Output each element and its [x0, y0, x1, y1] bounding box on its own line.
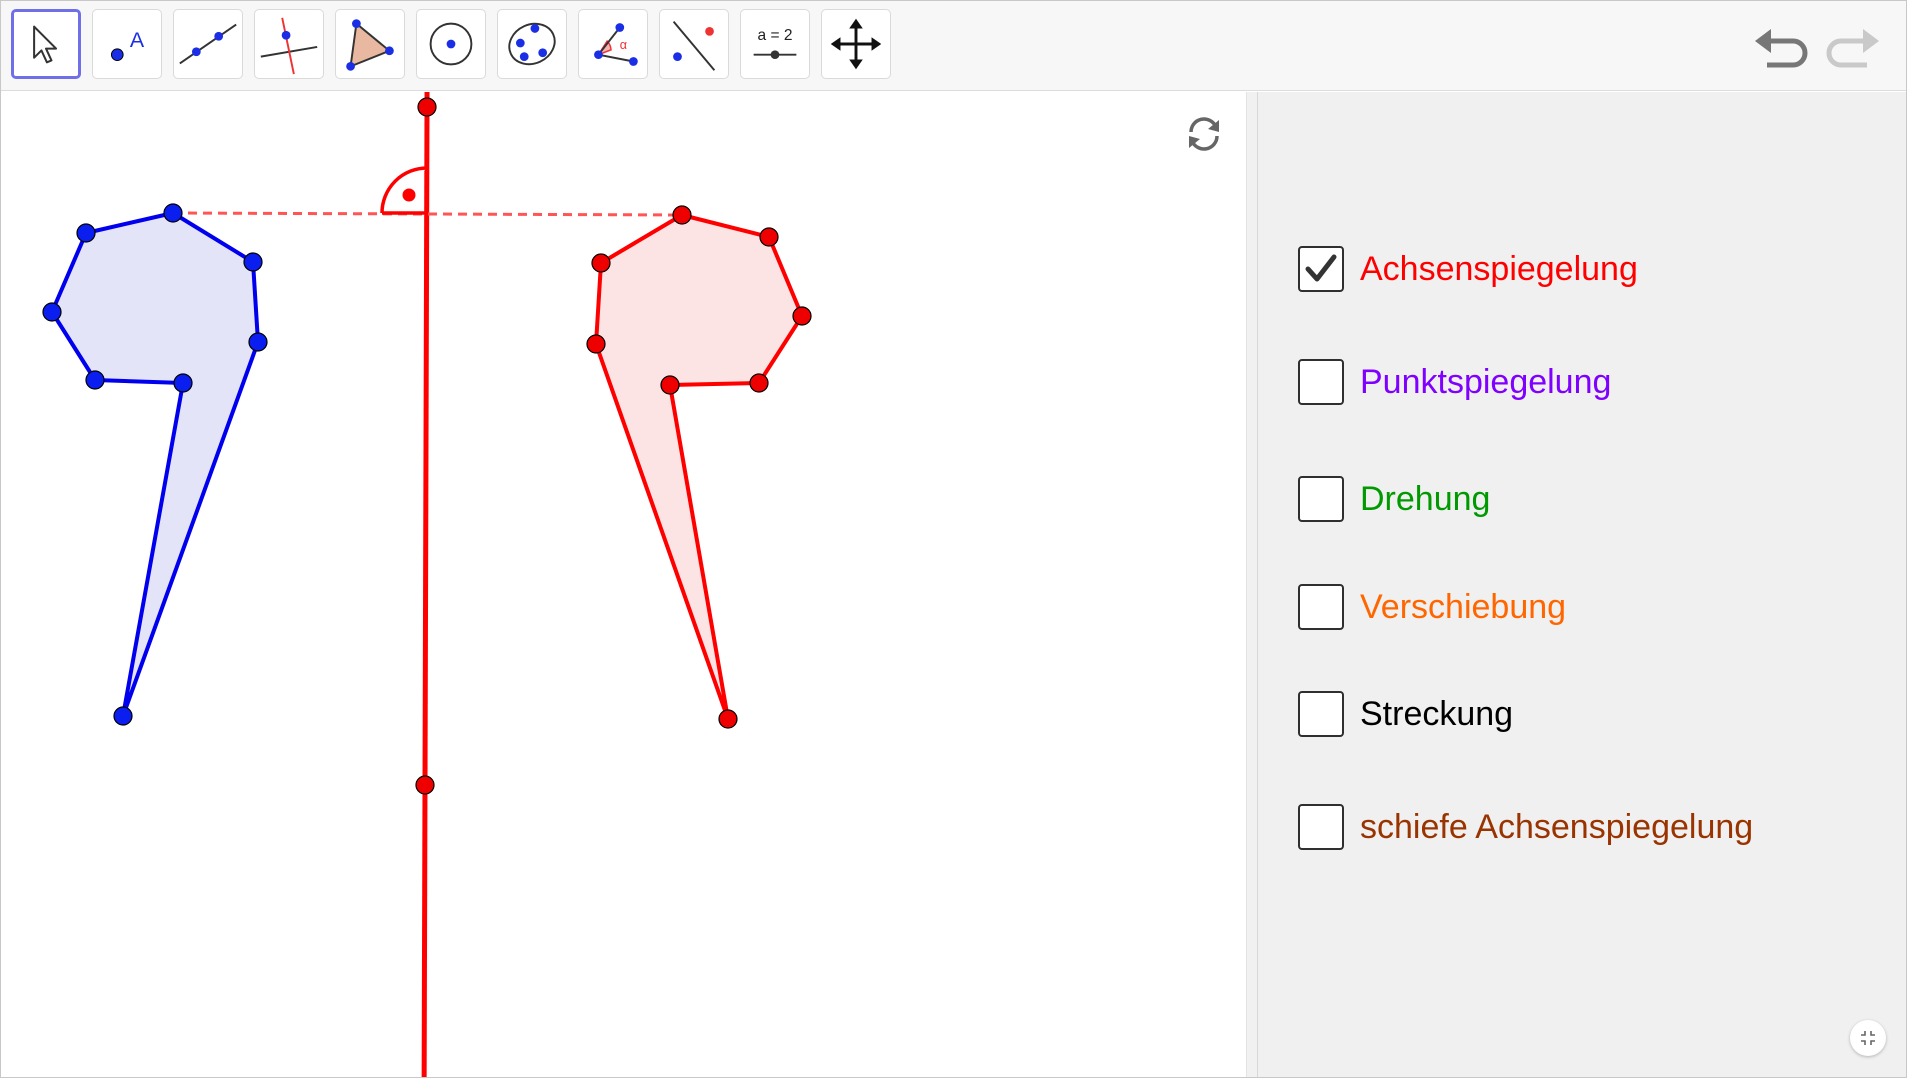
fullscreen-button[interactable]: [1850, 1020, 1886, 1056]
redo-button[interactable]: [1821, 19, 1881, 75]
undo-button[interactable]: [1753, 19, 1813, 75]
original-vertex[interactable]: [243, 252, 263, 272]
original-polygon-fill: [52, 213, 258, 716]
tool-slider[interactable]: a = 2: [740, 9, 810, 79]
checkbox-streckung[interactable]: Streckung: [1298, 689, 1513, 739]
checkbox-box[interactable]: [1298, 246, 1344, 292]
point-icon: A: [110, 28, 145, 61]
checkmark-icon: [1305, 254, 1337, 282]
exit-fullscreen-icon: [1861, 1031, 1875, 1045]
toolbar: A α a = 2: [1, 1, 1906, 91]
tool-perpendicular[interactable]: [254, 9, 324, 79]
angle-label: α: [620, 38, 627, 52]
checkbox-punktspiegelung[interactable]: Punktspiegelung: [1298, 357, 1611, 407]
angle-icon: α: [594, 23, 638, 66]
checkbox-achsenspiegelung[interactable]: Achsenspiegelung: [1298, 244, 1638, 294]
checkbox-label: Achsenspiegelung: [1360, 249, 1638, 288]
move-arrow-icon: [33, 25, 58, 64]
circle-center-point-icon: [429, 22, 473, 66]
tool-angle[interactable]: α: [578, 9, 648, 79]
reset-button[interactable]: [1182, 112, 1226, 156]
mirror-axis: [421, 92, 430, 1077]
checkbox-drehung[interactable]: Drehung: [1298, 474, 1490, 524]
reset-refresh-icon: [1189, 117, 1219, 151]
original-vertex[interactable]: [173, 373, 193, 393]
checkbox-label: Drehung: [1360, 479, 1491, 518]
checkbox-box[interactable]: [1298, 584, 1344, 630]
slider-icon: a = 2: [753, 27, 797, 60]
reflect-about-line-icon: [672, 21, 716, 71]
checkbox-box[interactable]: [1298, 691, 1344, 737]
mirrored-vertex[interactable]: [749, 373, 769, 393]
tool-polygon[interactable]: [335, 9, 405, 79]
tool-move-graphics[interactable]: [821, 9, 891, 79]
polygon-icon: [346, 19, 394, 71]
redo-icon: [1826, 29, 1879, 68]
checkbox-verschiebung[interactable]: Verschiebung: [1298, 582, 1566, 632]
checkbox-box[interactable]: [1298, 804, 1344, 850]
mirror-axis-point[interactable]: [415, 775, 435, 795]
line-through-two-points-icon: [179, 23, 237, 65]
original-vertex[interactable]: [76, 223, 96, 243]
checkbox-label: Verschiebung: [1360, 587, 1567, 626]
original-vertex[interactable]: [113, 706, 133, 726]
mirrored-vertex[interactable]: [586, 334, 606, 354]
checkbox-label: schiefe Achsenspiegelung: [1360, 807, 1754, 846]
construction-lines: [172, 92, 683, 1077]
original-vertex[interactable]: [85, 370, 105, 390]
geometry-canvas[interactable]: [1, 92, 1246, 1078]
mirror-axis-point[interactable]: [417, 97, 437, 117]
move-graphics-view-icon: [830, 18, 882, 70]
mirrored-vertex[interactable]: [672, 205, 692, 225]
slider-label: a = 2: [758, 27, 793, 44]
tool-line[interactable]: [173, 9, 243, 79]
perpendicular-line-icon: [260, 17, 318, 75]
mirrored-vertex[interactable]: [660, 375, 680, 395]
conic-through-points-icon: [508, 22, 556, 66]
original-vertex[interactable]: [163, 203, 183, 223]
right-angle-dot: [402, 188, 416, 202]
view-splitter[interactable]: [1246, 92, 1258, 1077]
checkbox-label: Streckung: [1360, 694, 1514, 733]
mirrored-vertex[interactable]: [792, 306, 812, 326]
point-label: A: [130, 28, 145, 52]
checkbox-label: Punktspiegelung: [1360, 362, 1612, 401]
undo-icon: [1755, 29, 1808, 68]
mirrored-vertex[interactable]: [718, 709, 738, 729]
tool-reflect[interactable]: [659, 9, 729, 79]
tool-circle[interactable]: [416, 9, 486, 79]
checkbox-box[interactable]: [1298, 476, 1344, 522]
mirrored-vertex[interactable]: [591, 253, 611, 273]
transformation-panel: Achsenspiegelung Punktspiegelung Drehung…: [1258, 92, 1906, 1077]
tool-conic[interactable]: [497, 9, 567, 79]
checkbox-box[interactable]: [1298, 359, 1344, 405]
mirrored-vertex[interactable]: [759, 227, 779, 247]
mirrored-polygon-fill: [596, 215, 802, 719]
tool-point[interactable]: A: [92, 9, 162, 79]
original-vertex[interactable]: [42, 302, 62, 322]
checkbox-schiefe-achsenspiegelung[interactable]: schiefe Achsenspiegelung: [1298, 802, 1753, 852]
geogebra-app: A α a = 2 Achsenspiegelung Punktspiegelu…: [0, 0, 1907, 1078]
original-vertex[interactable]: [248, 332, 268, 352]
tool-move[interactable]: [11, 9, 81, 79]
graphics-view[interactable]: [1, 92, 1246, 1078]
